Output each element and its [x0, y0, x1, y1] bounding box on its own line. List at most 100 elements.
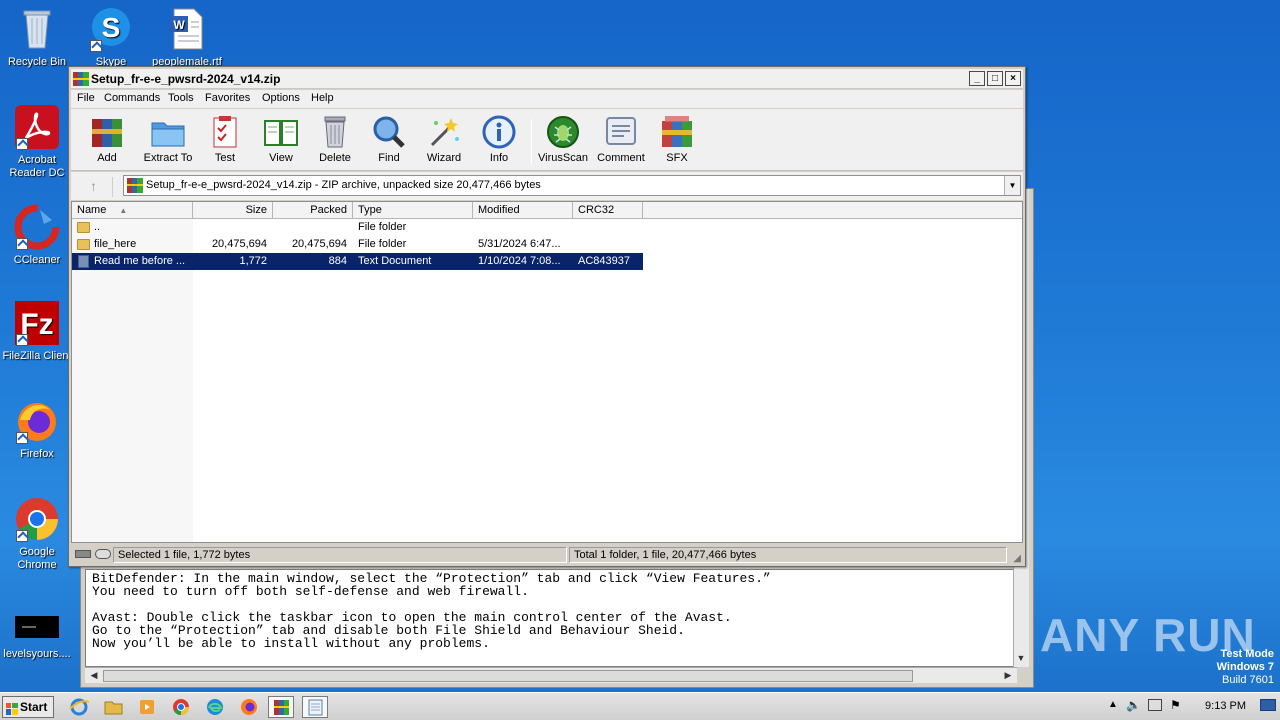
column-header-filler [643, 202, 1022, 219]
taskbar-firefox-icon[interactable] [236, 696, 262, 718]
dropdown-arrow-icon[interactable]: ▼ [1004, 176, 1020, 195]
desktop-icon-skype[interactable]: S Skype [74, 6, 148, 69]
test-button[interactable]: Test [195, 115, 255, 169]
window-title: Setup_fr-e-e_pwsrd-2024_v14.zip [91, 72, 281, 86]
cell-size [193, 219, 267, 236]
open-book-icon [263, 115, 299, 149]
view-button[interactable]: View [251, 115, 311, 169]
column-header-modified[interactable]: Modified [473, 202, 573, 219]
text-document-icon [78, 255, 89, 268]
scroll-left-icon[interactable]: ◀ [87, 668, 101, 682]
scroll-down-icon[interactable]: ▼ [1014, 651, 1028, 665]
taskbar-explorer-icon[interactable] [100, 696, 126, 718]
table-row[interactable]: .. File folder [72, 219, 643, 236]
tool-label: Add [97, 152, 117, 164]
desktop-icon-label: Google Chrome [17, 546, 57, 571]
menu-favorites[interactable]: Favorites [205, 92, 250, 104]
folder-icon [77, 239, 90, 250]
column-header-type[interactable]: Type [353, 202, 473, 219]
notepad-text-area[interactable]: BitDefender: In the main window, select … [85, 569, 1017, 667]
file-list[interactable]: Name ▲ Size Packed Type Modified CRC32 .… [71, 201, 1023, 543]
sort-ascending-icon: ▲ [119, 206, 128, 215]
extract-to-button[interactable]: Extract To [135, 115, 201, 169]
menu-help[interactable]: Help [311, 92, 334, 104]
column-header-crc32[interactable]: CRC32 [573, 202, 643, 219]
start-button[interactable]: Start [2, 696, 54, 718]
winrar-window[interactable]: Setup_fr-e-e_pwsrd-2024_v14.zip _ □ × Fi… [68, 66, 1026, 567]
toolbar-separator [531, 119, 532, 165]
desktop-icon-label: levelsyours.... [3, 648, 71, 660]
cell-name: Read me before ... [94, 255, 186, 267]
desktop-icon-chrome[interactable]: Google Chrome [0, 496, 74, 572]
maximize-button[interactable]: □ [987, 71, 1003, 86]
folder-up-icon [77, 222, 90, 233]
desktop-icon-acrobat[interactable]: Acrobat Reader DC [0, 104, 74, 180]
virus-bug-icon [545, 115, 581, 149]
menu-commands[interactable]: Commands [104, 92, 160, 104]
show-hidden-icons-icon[interactable]: ▲ [1108, 699, 1118, 710]
info-icon [481, 115, 517, 149]
scrollbar-thumb[interactable] [103, 670, 913, 682]
desktop-icon-levelsyours[interactable]: levelsyours.... [0, 612, 74, 661]
taskbar-notepad-icon[interactable] [302, 696, 328, 718]
windows-flag-icon [6, 701, 18, 715]
column-header-size[interactable]: Size [193, 202, 273, 219]
delete-button[interactable]: Delete [305, 115, 365, 169]
clock[interactable]: 9:13 PM [1205, 700, 1246, 712]
menu-tools[interactable]: Tools [168, 92, 194, 104]
zip-archive-icon [127, 178, 143, 196]
desktop-icon-firefox[interactable]: Firefox [0, 398, 74, 461]
column-header-name[interactable]: Name ▲ [72, 202, 193, 219]
close-button[interactable]: × [1005, 71, 1021, 86]
sfx-button[interactable]: SFX [647, 115, 707, 169]
info-button[interactable]: Info [469, 115, 529, 169]
virusscan-button[interactable]: VirusScan [533, 115, 593, 169]
wizard-button[interactable]: Wizard [414, 115, 474, 169]
comment-button[interactable]: Comment [591, 115, 651, 169]
taskbar-winrar-icon[interactable] [268, 696, 294, 718]
menu-file[interactable]: File [77, 92, 95, 104]
filezilla-icon: Fz [14, 300, 60, 346]
desktop-icon-peoplemale-rtf[interactable]: W peoplemale.rtf [150, 6, 224, 69]
resize-grip-icon[interactable]: ◢ [1013, 553, 1021, 564]
action-center-flag-icon[interactable]: ⚑ [1170, 698, 1181, 712]
desktop-icon-ccleaner[interactable]: CCleaner [0, 204, 74, 267]
desktop-icon-label: Acrobat Reader DC [9, 154, 65, 179]
cell-crc32: AC843937 [578, 255, 630, 267]
table-row[interactable]: file_here 20,475,694 20,475,694 File fol… [72, 236, 643, 253]
desktop-icon-filezilla[interactable]: Fz FileZilla Client [0, 300, 74, 363]
archive-path-field[interactable]: Setup_fr-e-e_pwsrd-2024_v14.zip - ZIP ar… [123, 175, 1021, 196]
table-row-selected[interactable]: Read me before ... 1,772 884 Text Docume… [72, 253, 643, 270]
scroll-right-icon[interactable]: ▶ [1001, 668, 1015, 682]
title-bar[interactable]: Setup_fr-e-e_pwsrd-2024_v14.zip _ □ × [71, 69, 1023, 89]
find-button[interactable]: Find [359, 115, 419, 169]
minimize-button[interactable]: _ [969, 71, 985, 86]
firefox-icon [14, 398, 60, 444]
taskbar-ie-icon[interactable] [66, 696, 92, 718]
cell-name: file_here [94, 238, 137, 250]
address-bar: ↑ Setup_fr-e-e_pwsrd-2024_v14.zip - ZIP … [71, 172, 1023, 200]
taskbar-chrome-icon[interactable] [168, 696, 194, 718]
desktop-icon-recycle-bin[interactable]: Recycle Bin [0, 6, 74, 69]
drive-icon [75, 550, 91, 558]
add-button[interactable]: Add [77, 115, 137, 169]
key-icon [95, 549, 111, 559]
status-bar: Selected 1 file, 1,772 bytes Total 1 fol… [71, 545, 1023, 565]
chrome-icon [14, 496, 60, 542]
folder-icon [150, 115, 186, 149]
show-desktop-icon[interactable] [1260, 699, 1276, 711]
taskbar-edge-icon[interactable] [202, 696, 228, 718]
menu-options[interactable]: Options [262, 92, 300, 104]
volume-icon[interactable]: 🔈 [1126, 698, 1141, 712]
column-header-packed[interactable]: Packed [273, 202, 353, 219]
taskbar-media-player-icon[interactable] [134, 696, 160, 718]
cell-packed [273, 219, 347, 236]
tool-label: SFX [666, 152, 688, 164]
cell-packed: 884 [328, 255, 347, 267]
up-one-level-button[interactable]: ↑ [75, 177, 113, 197]
network-icon[interactable] [1148, 699, 1162, 711]
notepad-horizontal-scrollbar[interactable]: ◀ ▶ [85, 667, 1017, 683]
sfx-archive-icon [659, 115, 695, 149]
cell-packed: 20,475,694 [291, 238, 347, 250]
cell-name: .. [94, 221, 101, 233]
